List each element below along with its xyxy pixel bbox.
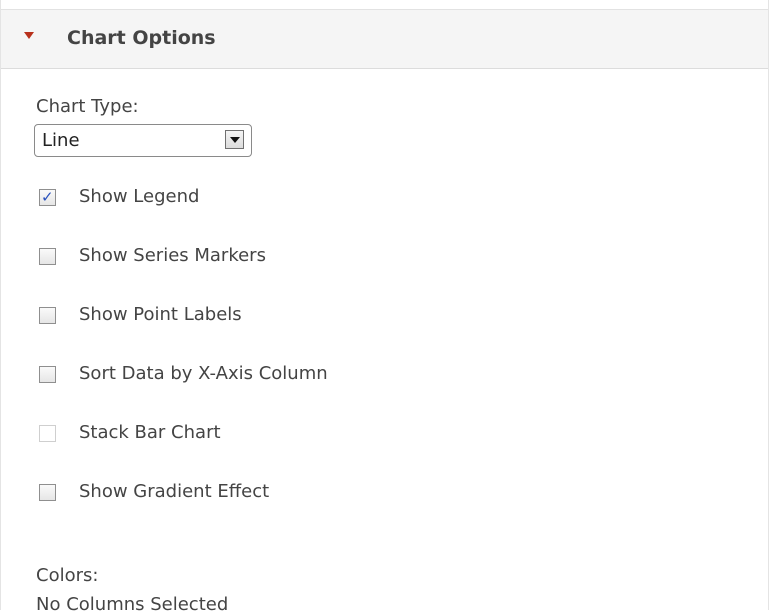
stack-bar-chart-checkbox[interactable] [39, 425, 56, 442]
option-label: Stack Bar Chart [79, 422, 221, 443]
chart-type-value: Line [42, 130, 80, 151]
chart-options-panel: Chart Options Chart Type: Line ✓ Show Le… [0, 0, 769, 615]
option-label: Show Gradient Effect [79, 481, 270, 502]
option-label: Show Series Markers [79, 245, 266, 266]
chart-type-label: Chart Type: [36, 96, 139, 117]
panel-title: Chart Options [67, 27, 216, 49]
dropdown-arrow-icon[interactable] [225, 130, 244, 149]
show-gradient-effect-checkbox[interactable] [39, 484, 56, 501]
option-label: Show Legend [79, 186, 200, 207]
colors-label: Colors: [36, 565, 99, 586]
colors-value: No Columns Selected [36, 594, 229, 615]
chart-options-header[interactable]: Chart Options [1, 9, 768, 69]
triangle-down-icon[interactable] [24, 32, 34, 39]
show-point-labels-checkbox[interactable] [39, 307, 56, 324]
show-legend-checkbox[interactable]: ✓ [39, 188, 56, 206]
chart-type-select[interactable]: Line [34, 124, 252, 157]
checkmark-icon: ✓ [41, 188, 54, 206]
option-label: Show Point Labels [79, 304, 242, 325]
show-series-markers-checkbox[interactable] [39, 248, 56, 265]
sort-data-checkbox[interactable] [39, 366, 56, 383]
option-label: Sort Data by X-Axis Column [79, 363, 328, 384]
